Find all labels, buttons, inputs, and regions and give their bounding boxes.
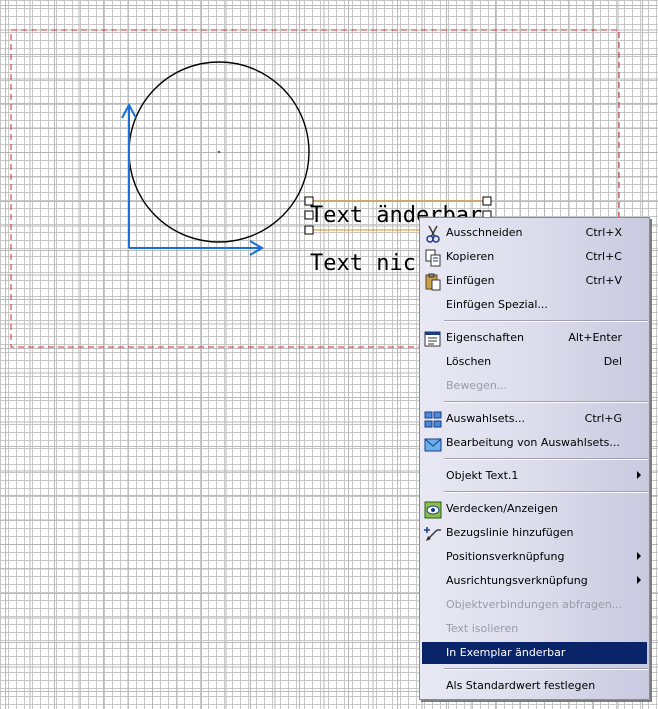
menu-item-shortcut: Ctrl+X — [585, 226, 622, 239]
menu-item-add-leader[interactable]: Bezugslinie hinzufügen — [422, 522, 647, 544]
context-menu: Ausschneiden Ctrl+X Kopieren Ctrl+C Einf… — [419, 217, 650, 700]
menu-item-label: Objekt Text.1 — [446, 469, 519, 482]
menu-item-position-link[interactable]: Positionsverknüpfung — [422, 546, 647, 568]
circle-center — [217, 150, 221, 154]
menu-item-delete[interactable]: Löschen Del — [422, 351, 647, 373]
menu-item-isolate-text: Text isolieren — [422, 618, 647, 640]
menu-item-instance-modifiable[interactable]: In Exemplar änderbar — [422, 642, 647, 664]
menu-item-label: Verdecken/Anzeigen — [446, 502, 558, 515]
selection-sets-icon — [424, 411, 442, 428]
menu-item-label: Kopieren — [446, 250, 495, 263]
menu-item-set-as-default[interactable]: Als Standardwert festlegen — [422, 675, 647, 697]
submenu-arrow-icon — [637, 552, 641, 560]
menu-item-copy[interactable]: Kopieren Ctrl+C — [422, 246, 647, 268]
menu-item-query-object-links: Objektverbindungen abfragen... — [422, 594, 647, 616]
menu-item-label: Ausschneiden — [446, 226, 523, 239]
menu-item-cut[interactable]: Ausschneiden Ctrl+X — [422, 222, 647, 244]
axis-system — [121, 102, 264, 256]
menu-item-label: Als Standardwert festlegen — [446, 679, 596, 692]
menu-item-object-text[interactable]: Objekt Text.1 — [422, 465, 647, 487]
menu-item-label: Löschen — [446, 355, 492, 368]
menu-item-label: Einfügen — [446, 274, 495, 287]
menu-item-paste-special[interactable]: Einfügen Spezial... — [422, 294, 647, 316]
menu-item-label: Objektverbindungen abfragen... — [446, 598, 623, 611]
hide-show-icon — [424, 501, 442, 519]
menu-item-shortcut: Ctrl+G — [584, 412, 622, 425]
menu-item-label: Eigenschaften — [446, 331, 524, 344]
paste-icon — [425, 273, 441, 291]
menu-item-shortcut: Ctrl+C — [585, 250, 622, 263]
menu-item-label: Bezugslinie hinzufügen — [446, 526, 574, 539]
text-fixed[interactable]: Text nic — [310, 252, 416, 276]
menu-item-properties[interactable]: Eigenschaften Alt+Enter — [422, 327, 647, 349]
menu-item-shortcut: Ctrl+V — [585, 274, 622, 287]
menu-separator — [444, 491, 648, 493]
menu-item-hide-show[interactable]: Verdecken/Anzeigen — [422, 498, 647, 520]
copy-icon — [425, 249, 441, 267]
menu-item-move: Bewegen... — [422, 375, 647, 397]
submenu-arrow-icon — [637, 576, 641, 584]
add-leader-icon — [424, 527, 441, 541]
menu-item-label: Text isolieren — [446, 622, 519, 635]
menu-item-label: Bearbeitung von Auswahlsets... — [446, 436, 620, 449]
menu-item-edit-selection-sets[interactable]: Bearbeitung von Auswahlsets... — [422, 432, 647, 454]
submenu-arrow-icon — [637, 471, 641, 479]
properties-icon — [424, 331, 441, 347]
menu-item-orientation-link[interactable]: Ausrichtungsverknüpfung — [422, 570, 647, 592]
menu-item-paste[interactable]: Einfügen Ctrl+V — [422, 270, 647, 292]
menu-item-label: Ausrichtungsverknüpfung — [446, 574, 588, 587]
menu-separator — [444, 401, 648, 403]
menu-separator — [444, 458, 648, 460]
menu-item-label: Bewegen... — [446, 379, 508, 392]
menu-item-selection-sets[interactable]: Auswahlsets... Ctrl+G — [422, 408, 647, 430]
menu-separator — [444, 668, 648, 670]
scissors-icon — [426, 225, 440, 243]
menu-item-label: Einfügen Spezial... — [446, 298, 548, 311]
menu-item-shortcut: Alt+Enter — [568, 331, 622, 344]
menu-item-label: In Exemplar änderbar — [446, 646, 566, 659]
menu-item-shortcut: Del — [603, 355, 622, 368]
menu-item-label: Auswahlsets... — [446, 412, 526, 425]
menu-item-label: Positionsverknüpfung — [446, 550, 565, 563]
menu-separator — [444, 320, 648, 322]
edit-selection-sets-icon — [424, 438, 442, 452]
